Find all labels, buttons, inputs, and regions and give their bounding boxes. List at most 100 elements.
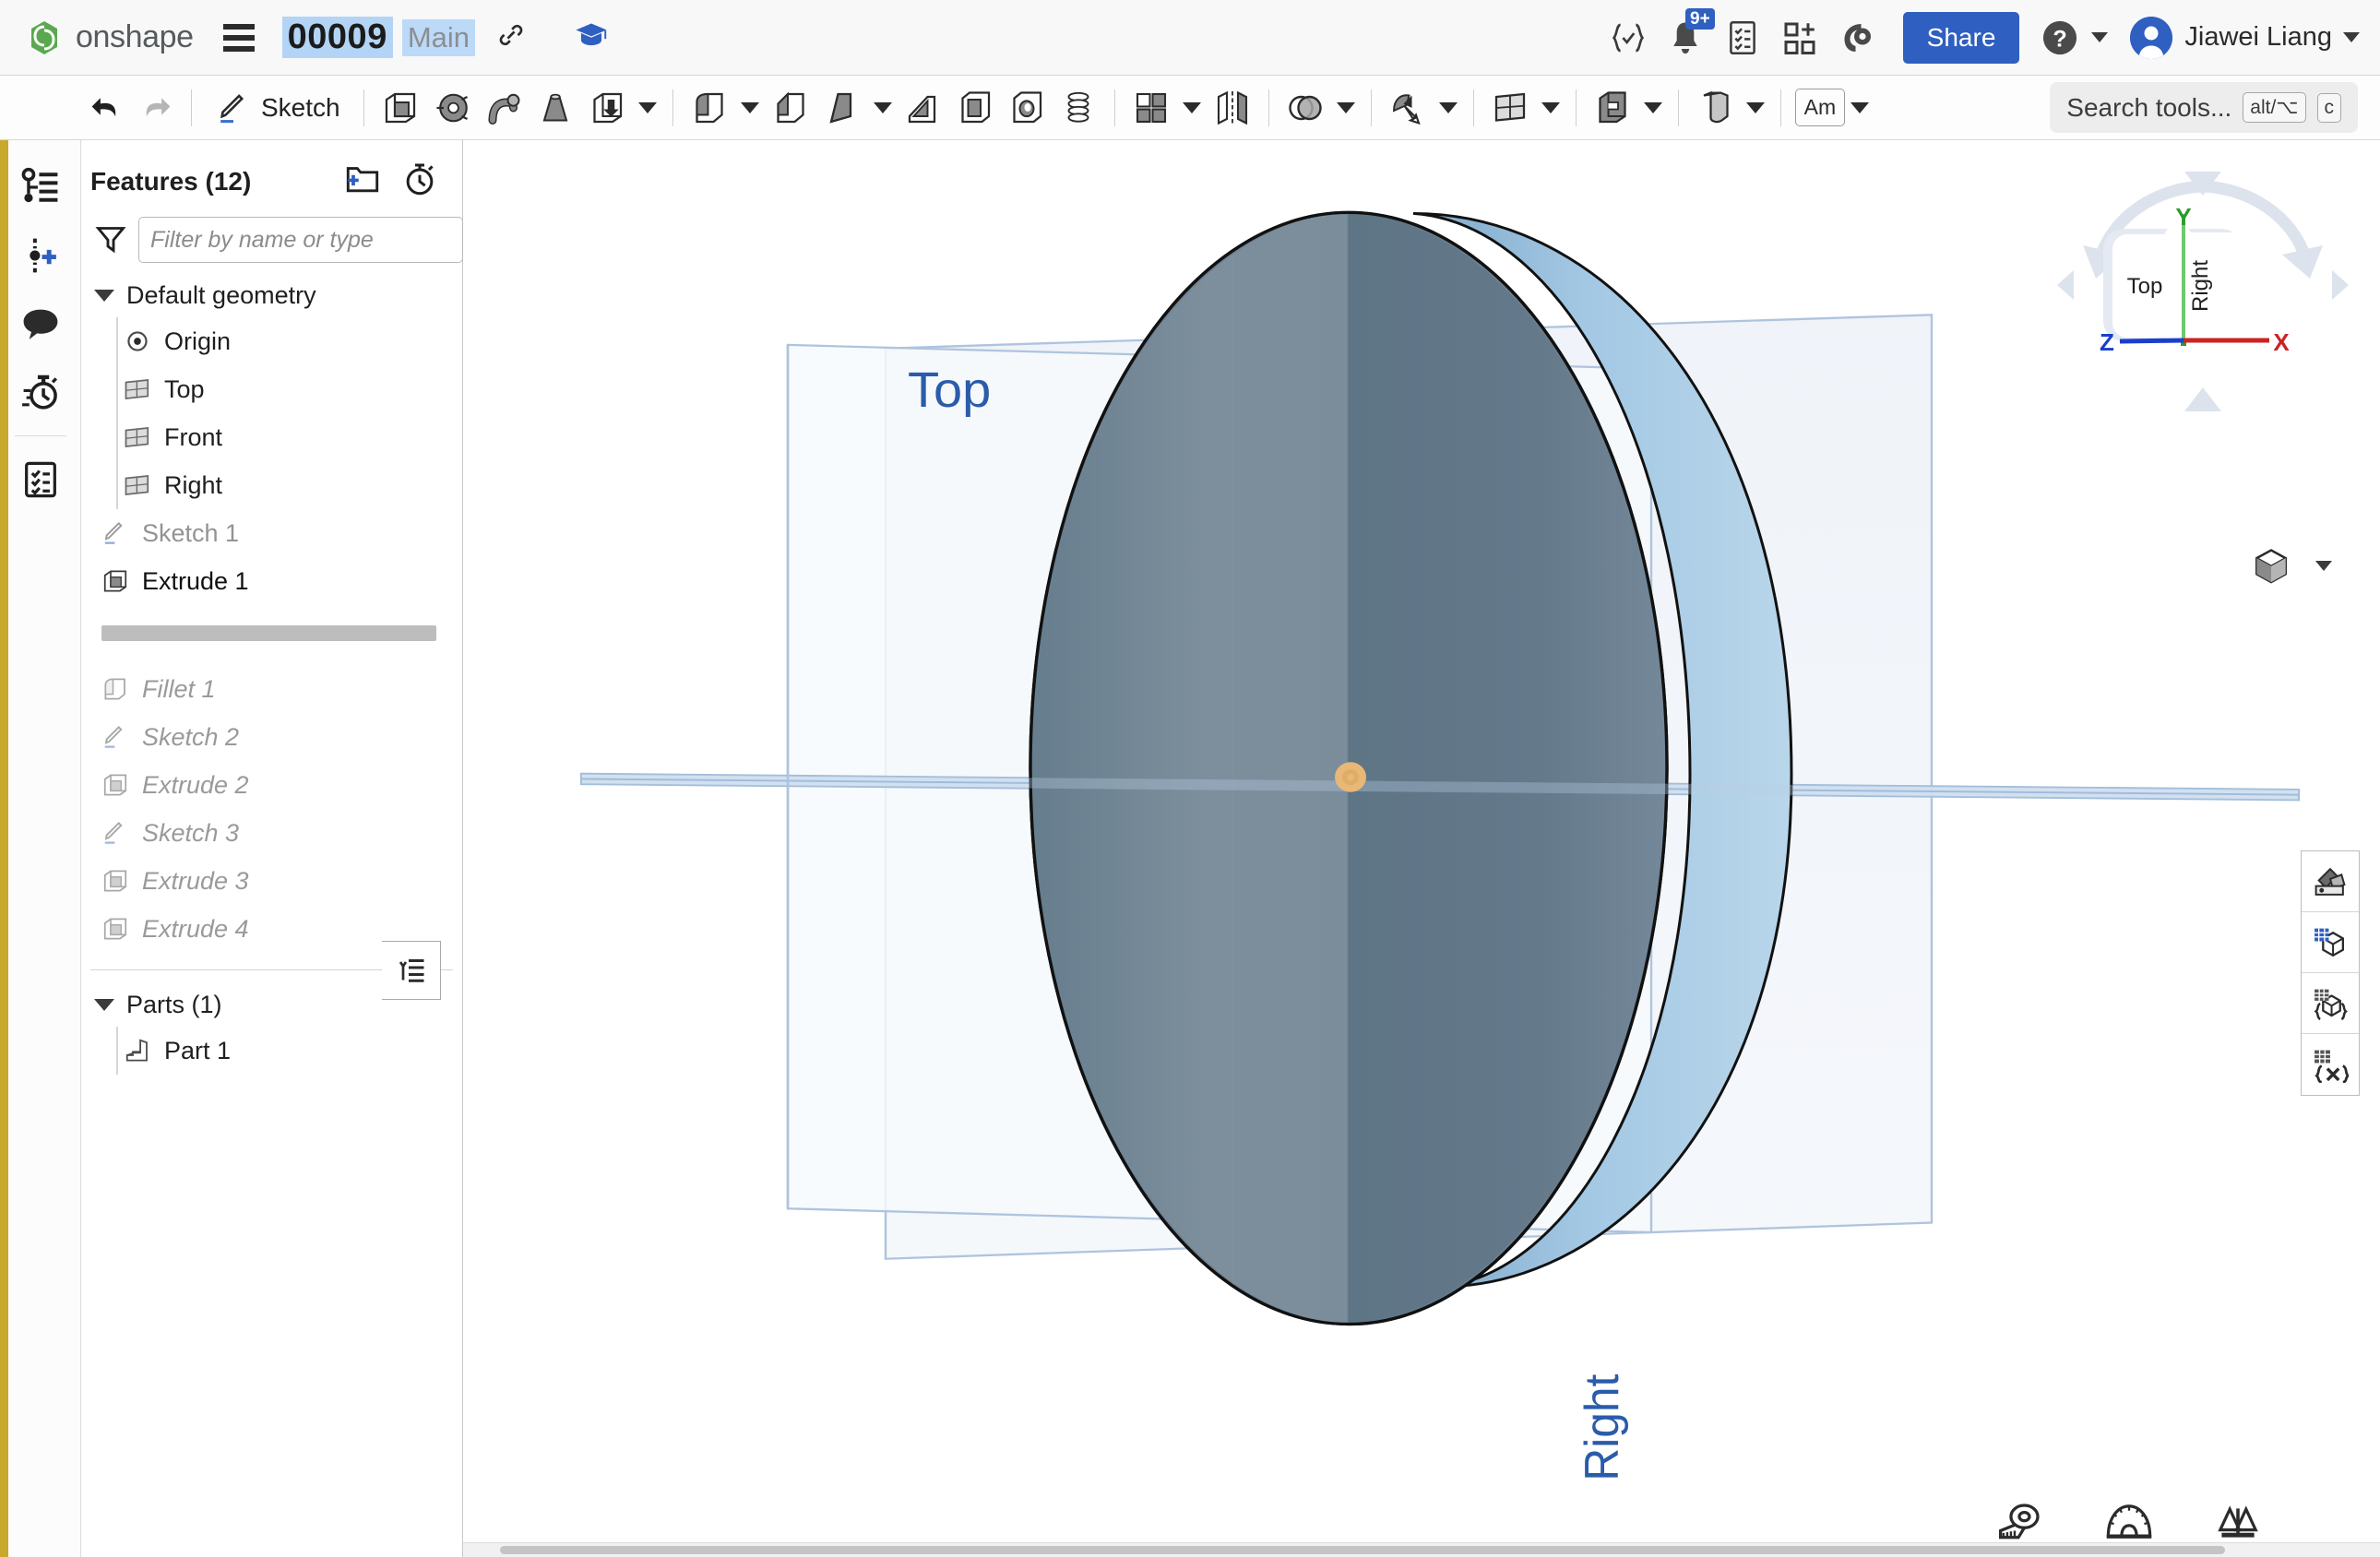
onshape-logo-icon[interactable] bbox=[26, 19, 63, 56]
pattern-dropdown-caret[interactable] bbox=[1182, 101, 1201, 113]
funnel-icon[interactable] bbox=[94, 221, 127, 259]
sheetmetal-tool[interactable] bbox=[1689, 81, 1741, 135]
tree-item-sketch-2[interactable]: Sketch 2 bbox=[81, 713, 462, 761]
document-title[interactable]: 00009 bbox=[281, 17, 393, 58]
sidebar-item-comments[interactable] bbox=[10, 290, 71, 358]
share-button[interactable]: Share bbox=[1902, 11, 2020, 64]
split-dropdown-caret[interactable] bbox=[1643, 101, 1662, 113]
sidebar-item-feature-list[interactable] bbox=[10, 153, 71, 221]
rollback-timer-icon[interactable] bbox=[401, 160, 438, 202]
origin-point[interactable] bbox=[1335, 762, 1366, 792]
axis-y-label: Y bbox=[2175, 203, 2191, 231]
apps-button[interactable] bbox=[1772, 10, 1827, 65]
revolve-icon bbox=[436, 93, 468, 122]
revolve-tool[interactable] bbox=[426, 81, 478, 135]
chamfer-tool[interactable] bbox=[765, 81, 816, 135]
main-menu-button[interactable] bbox=[220, 20, 258, 55]
am-dropdown-caret[interactable] bbox=[1850, 101, 1870, 113]
redo-button[interactable] bbox=[131, 81, 181, 135]
split-tool[interactable] bbox=[1587, 81, 1638, 135]
shell-tool[interactable] bbox=[949, 81, 1001, 135]
tree-item-fillet-1[interactable]: Fillet 1 bbox=[81, 665, 462, 713]
mass-properties-button[interactable] bbox=[2216, 1502, 2260, 1540]
tree-item-sketch-1[interactable]: Sketch 1 bbox=[81, 509, 462, 557]
fillet-icon bbox=[104, 678, 125, 700]
tree-item-extrude-2[interactable]: Extrude 2 bbox=[81, 761, 462, 809]
fillet-icon bbox=[695, 92, 723, 123]
feature-tree-header-actions bbox=[344, 160, 444, 202]
help-button[interactable]: ? bbox=[2040, 18, 2109, 58]
undo-button[interactable] bbox=[81, 81, 131, 135]
feature-list-icon bbox=[21, 167, 57, 203]
thicken-dropdown-caret[interactable] bbox=[637, 101, 657, 113]
angle-measure-button[interactable] bbox=[2105, 1502, 2153, 1540]
boolean-dropdown-caret[interactable] bbox=[1336, 101, 1355, 113]
sidebar-item-history[interactable] bbox=[10, 358, 71, 426]
curly-check-icon bbox=[1612, 23, 1621, 52]
rollback-bar[interactable] bbox=[101, 625, 436, 641]
draft-tool[interactable] bbox=[816, 81, 868, 135]
view-cube[interactable]: Top Right Y Z X bbox=[2055, 157, 2350, 434]
plane-tool[interactable] bbox=[1484, 81, 1536, 135]
extrude-tool[interactable] bbox=[375, 81, 426, 135]
boolean-tool[interactable] bbox=[1279, 81, 1331, 135]
sketch-icon bbox=[220, 93, 244, 123]
viewport-scrollbar[interactable] bbox=[463, 1542, 2380, 1557]
notifications-button[interactable]: 9+ bbox=[1658, 7, 1715, 65]
tree-item-sketch-3[interactable]: Sketch 3 bbox=[81, 809, 462, 857]
tree-flyout-button[interactable] bbox=[382, 941, 441, 1000]
rib-tool[interactable] bbox=[898, 81, 949, 135]
toolbar-divider bbox=[363, 89, 364, 126]
appearance-swatch-button[interactable] bbox=[2302, 851, 2359, 912]
fillet-tool[interactable] bbox=[684, 81, 735, 135]
transform-dropdown-caret[interactable] bbox=[1438, 101, 1458, 113]
tree-item-extrude-3[interactable]: Extrude 3 bbox=[81, 857, 462, 905]
tree-item-extrude-1[interactable]: Extrude 1 bbox=[81, 557, 462, 605]
pattern-tool[interactable] bbox=[1125, 81, 1177, 135]
filter-input[interactable] bbox=[138, 217, 463, 263]
display-state-button[interactable] bbox=[2302, 912, 2359, 973]
sheetmetal-dropdown-caret[interactable] bbox=[1745, 101, 1765, 113]
sidebar-item-add-version[interactable] bbox=[10, 221, 71, 290]
folder-plus-icon[interactable] bbox=[344, 162, 381, 200]
sidebar-item-tasks[interactable] bbox=[10, 446, 71, 514]
draft-dropdown-caret[interactable] bbox=[873, 101, 892, 113]
variable-studio-button[interactable] bbox=[2302, 1034, 2359, 1095]
tasks-checklist-icon bbox=[24, 461, 56, 498]
toolbar-divider bbox=[191, 89, 192, 126]
link-icon[interactable] bbox=[495, 19, 527, 55]
ai-assistant-button[interactable] bbox=[1829, 10, 1885, 65]
tasks-button[interactable] bbox=[1715, 10, 1770, 65]
left-rail bbox=[0, 140, 81, 1557]
display-mode-button[interactable] bbox=[2251, 546, 2332, 585]
scrollbar-thumb[interactable] bbox=[500, 1546, 2225, 1554]
tree-item-part-1[interactable]: Part 1 bbox=[81, 1027, 462, 1075]
fillet-dropdown-caret[interactable] bbox=[740, 101, 759, 113]
appearance-material-button[interactable]: Am bbox=[1794, 89, 1846, 126]
mirror-tool[interactable] bbox=[1207, 81, 1258, 135]
tree-item-front-plane[interactable]: Front bbox=[81, 413, 462, 461]
tree-item-top-plane[interactable]: Top bbox=[81, 365, 462, 413]
measure-button[interactable] bbox=[1994, 1502, 2042, 1540]
tree-item-origin[interactable]: Origin bbox=[81, 317, 462, 365]
boolean-icon bbox=[1288, 95, 1322, 120]
tree-item-right-plane[interactable]: Right bbox=[81, 461, 462, 509]
transform-tool[interactable] bbox=[1382, 81, 1434, 135]
configuration-button[interactable] bbox=[2302, 973, 2359, 1034]
loft-tool[interactable] bbox=[530, 81, 581, 135]
branch-name[interactable]: Main bbox=[401, 18, 476, 56]
plane-dropdown-caret[interactable] bbox=[1541, 101, 1560, 113]
3d-viewport[interactable]: Top Right Top Right Y Z X bbox=[463, 140, 2380, 1557]
search-tools-button[interactable]: Search tools... alt/⌥ c bbox=[2050, 82, 2358, 133]
hamburger-icon bbox=[222, 23, 255, 30]
variables-button[interactable] bbox=[1601, 10, 1656, 65]
default-geometry-header[interactable]: Default geometry bbox=[81, 274, 462, 317]
user-account-button[interactable]: Jiawei Liang bbox=[2130, 16, 2360, 59]
thicken-tool[interactable] bbox=[581, 81, 633, 135]
sketch-button[interactable]: Sketch bbox=[202, 89, 353, 126]
redo-icon bbox=[146, 97, 171, 116]
hole-tool[interactable] bbox=[1001, 81, 1053, 135]
graduation-cap-icon[interactable] bbox=[575, 19, 608, 55]
helix-tool[interactable] bbox=[1053, 81, 1104, 135]
sweep-tool[interactable] bbox=[478, 81, 530, 135]
